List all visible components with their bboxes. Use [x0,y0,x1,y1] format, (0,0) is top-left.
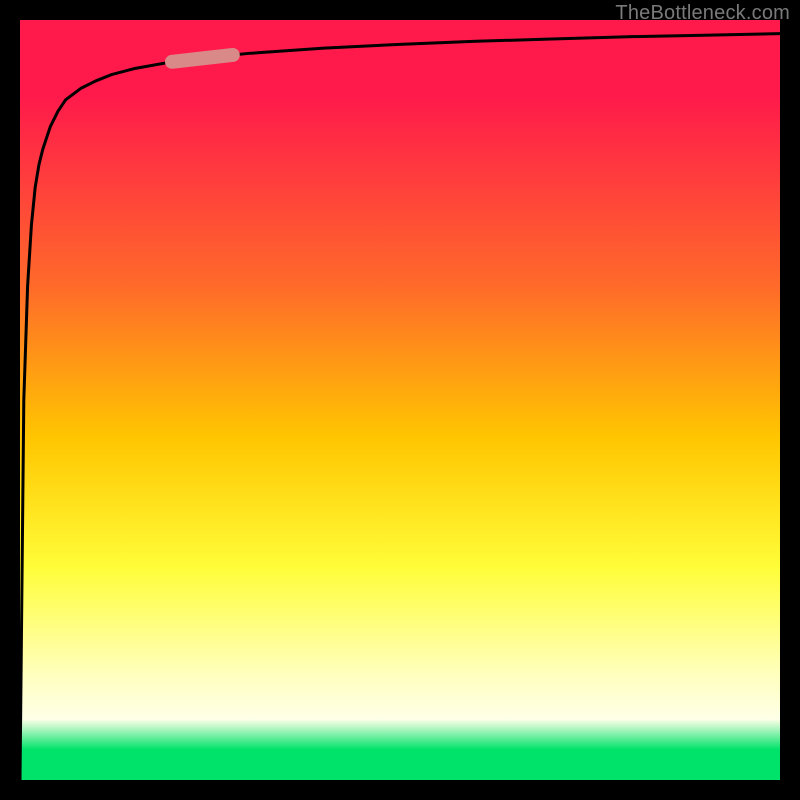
chart-frame: TheBottleneck.com [0,0,800,800]
plot-area [20,20,780,780]
watermark-text: TheBottleneck.com [615,2,790,25]
